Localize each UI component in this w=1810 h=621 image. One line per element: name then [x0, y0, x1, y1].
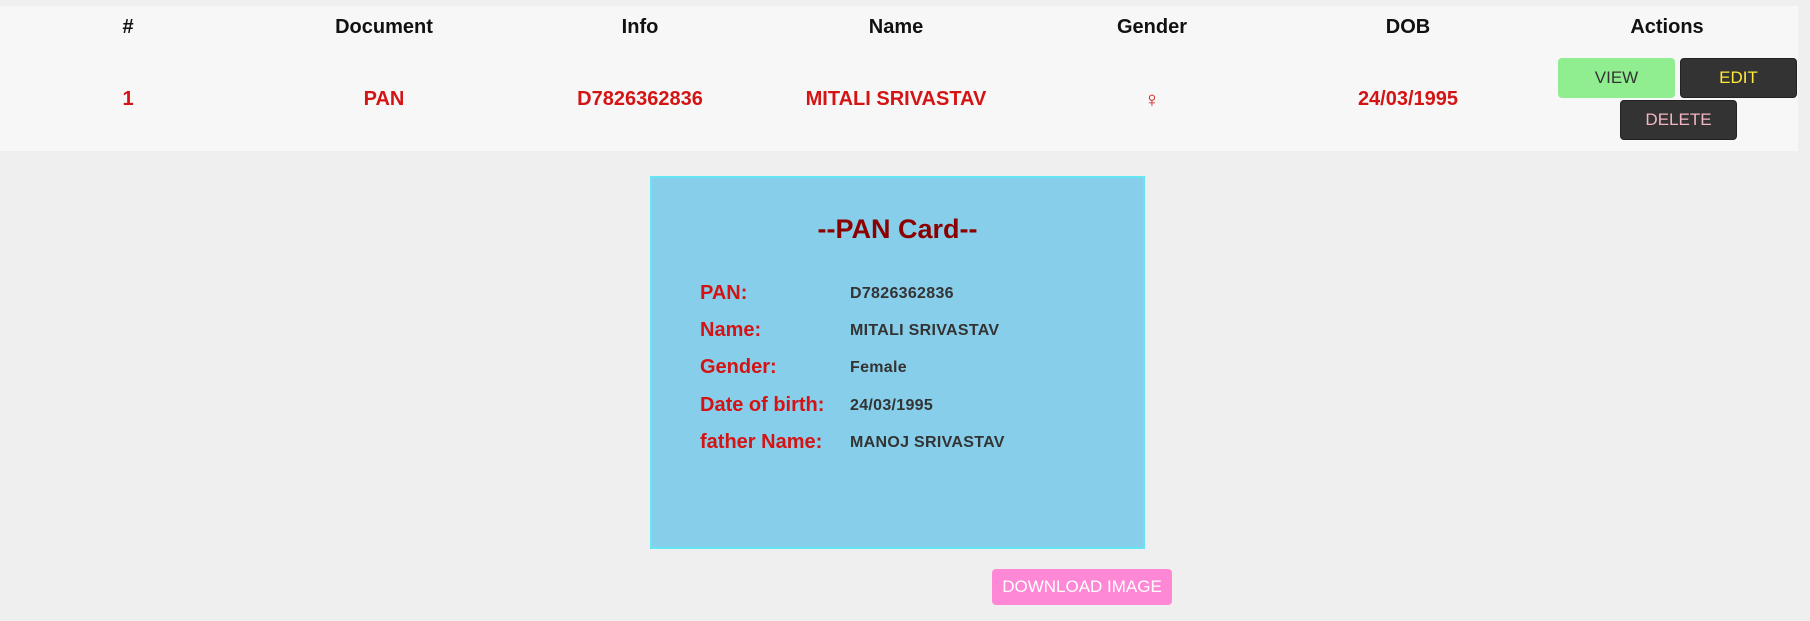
header-name: Name [868, 15, 924, 38]
field-value: MANOJ SRIVASTAV [850, 434, 1005, 451]
cell-actions: VIEW EDIT DELETE [1536, 48, 1798, 151]
field-value: Female [850, 359, 907, 376]
card-field-pan: PAN: D7826362836 [700, 282, 1120, 312]
cell-name: MITALI SRIVASTAV [805, 88, 987, 110]
download-image-button[interactable]: DOWNLOAD IMAGE [992, 569, 1172, 605]
field-label: Gender: [700, 356, 777, 378]
pan-card-preview: --PAN Card-- PAN: D7826362836 Name: MITA… [650, 176, 1145, 549]
cell-info: D7826362836 [577, 88, 703, 110]
card-field-name: Name: MITALI SRIVASTAV [700, 319, 1120, 349]
card-title: --PAN Card-- [817, 214, 978, 244]
field-label: PAN: [700, 282, 748, 304]
card-field-gender: Gender: Female [700, 356, 1120, 386]
header-actions: Actions [1630, 15, 1704, 38]
table-header-row: # Document Info Name Gender DOB Actions [0, 6, 1798, 48]
field-value: D7826362836 [850, 285, 954, 302]
view-button[interactable]: VIEW [1558, 58, 1675, 98]
cell-dob: 24/03/1995 [1357, 88, 1459, 110]
field-label: Name: [700, 319, 762, 341]
field-value: MITALI SRIVASTAV [850, 322, 1000, 339]
documents-table: # Document Info Name Gender DOB Actions … [0, 6, 1798, 151]
header-info: Info [621, 15, 659, 38]
field-value: 24/03/1995 [850, 397, 934, 414]
edit-button[interactable]: EDIT [1680, 58, 1797, 98]
cell-gender: ♀ [1024, 48, 1280, 151]
female-icon: ♀ [1143, 86, 1161, 112]
field-label: father Name: [700, 431, 823, 453]
card-field-father-name: father Name: MANOJ SRIVASTAV [700, 431, 1120, 461]
header-dob: DOB [1385, 15, 1431, 38]
cell-document: PAN [363, 88, 405, 110]
cell-index: 1 [122, 88, 134, 110]
header-index: # [122, 15, 134, 38]
delete-button[interactable]: DELETE [1620, 100, 1737, 140]
header-document: Document [335, 15, 433, 38]
card-field-dob: Date of birth: 24/03/1995 [700, 394, 1120, 424]
documents-table-container: # Document Info Name Gender DOB Actions … [0, 6, 1798, 151]
field-label: Date of birth: [700, 394, 825, 416]
table-row: 1 PAN D7826362836 MITALI SRIVASTAV ♀ 24/… [0, 48, 1798, 151]
header-gender: Gender [1116, 15, 1188, 38]
